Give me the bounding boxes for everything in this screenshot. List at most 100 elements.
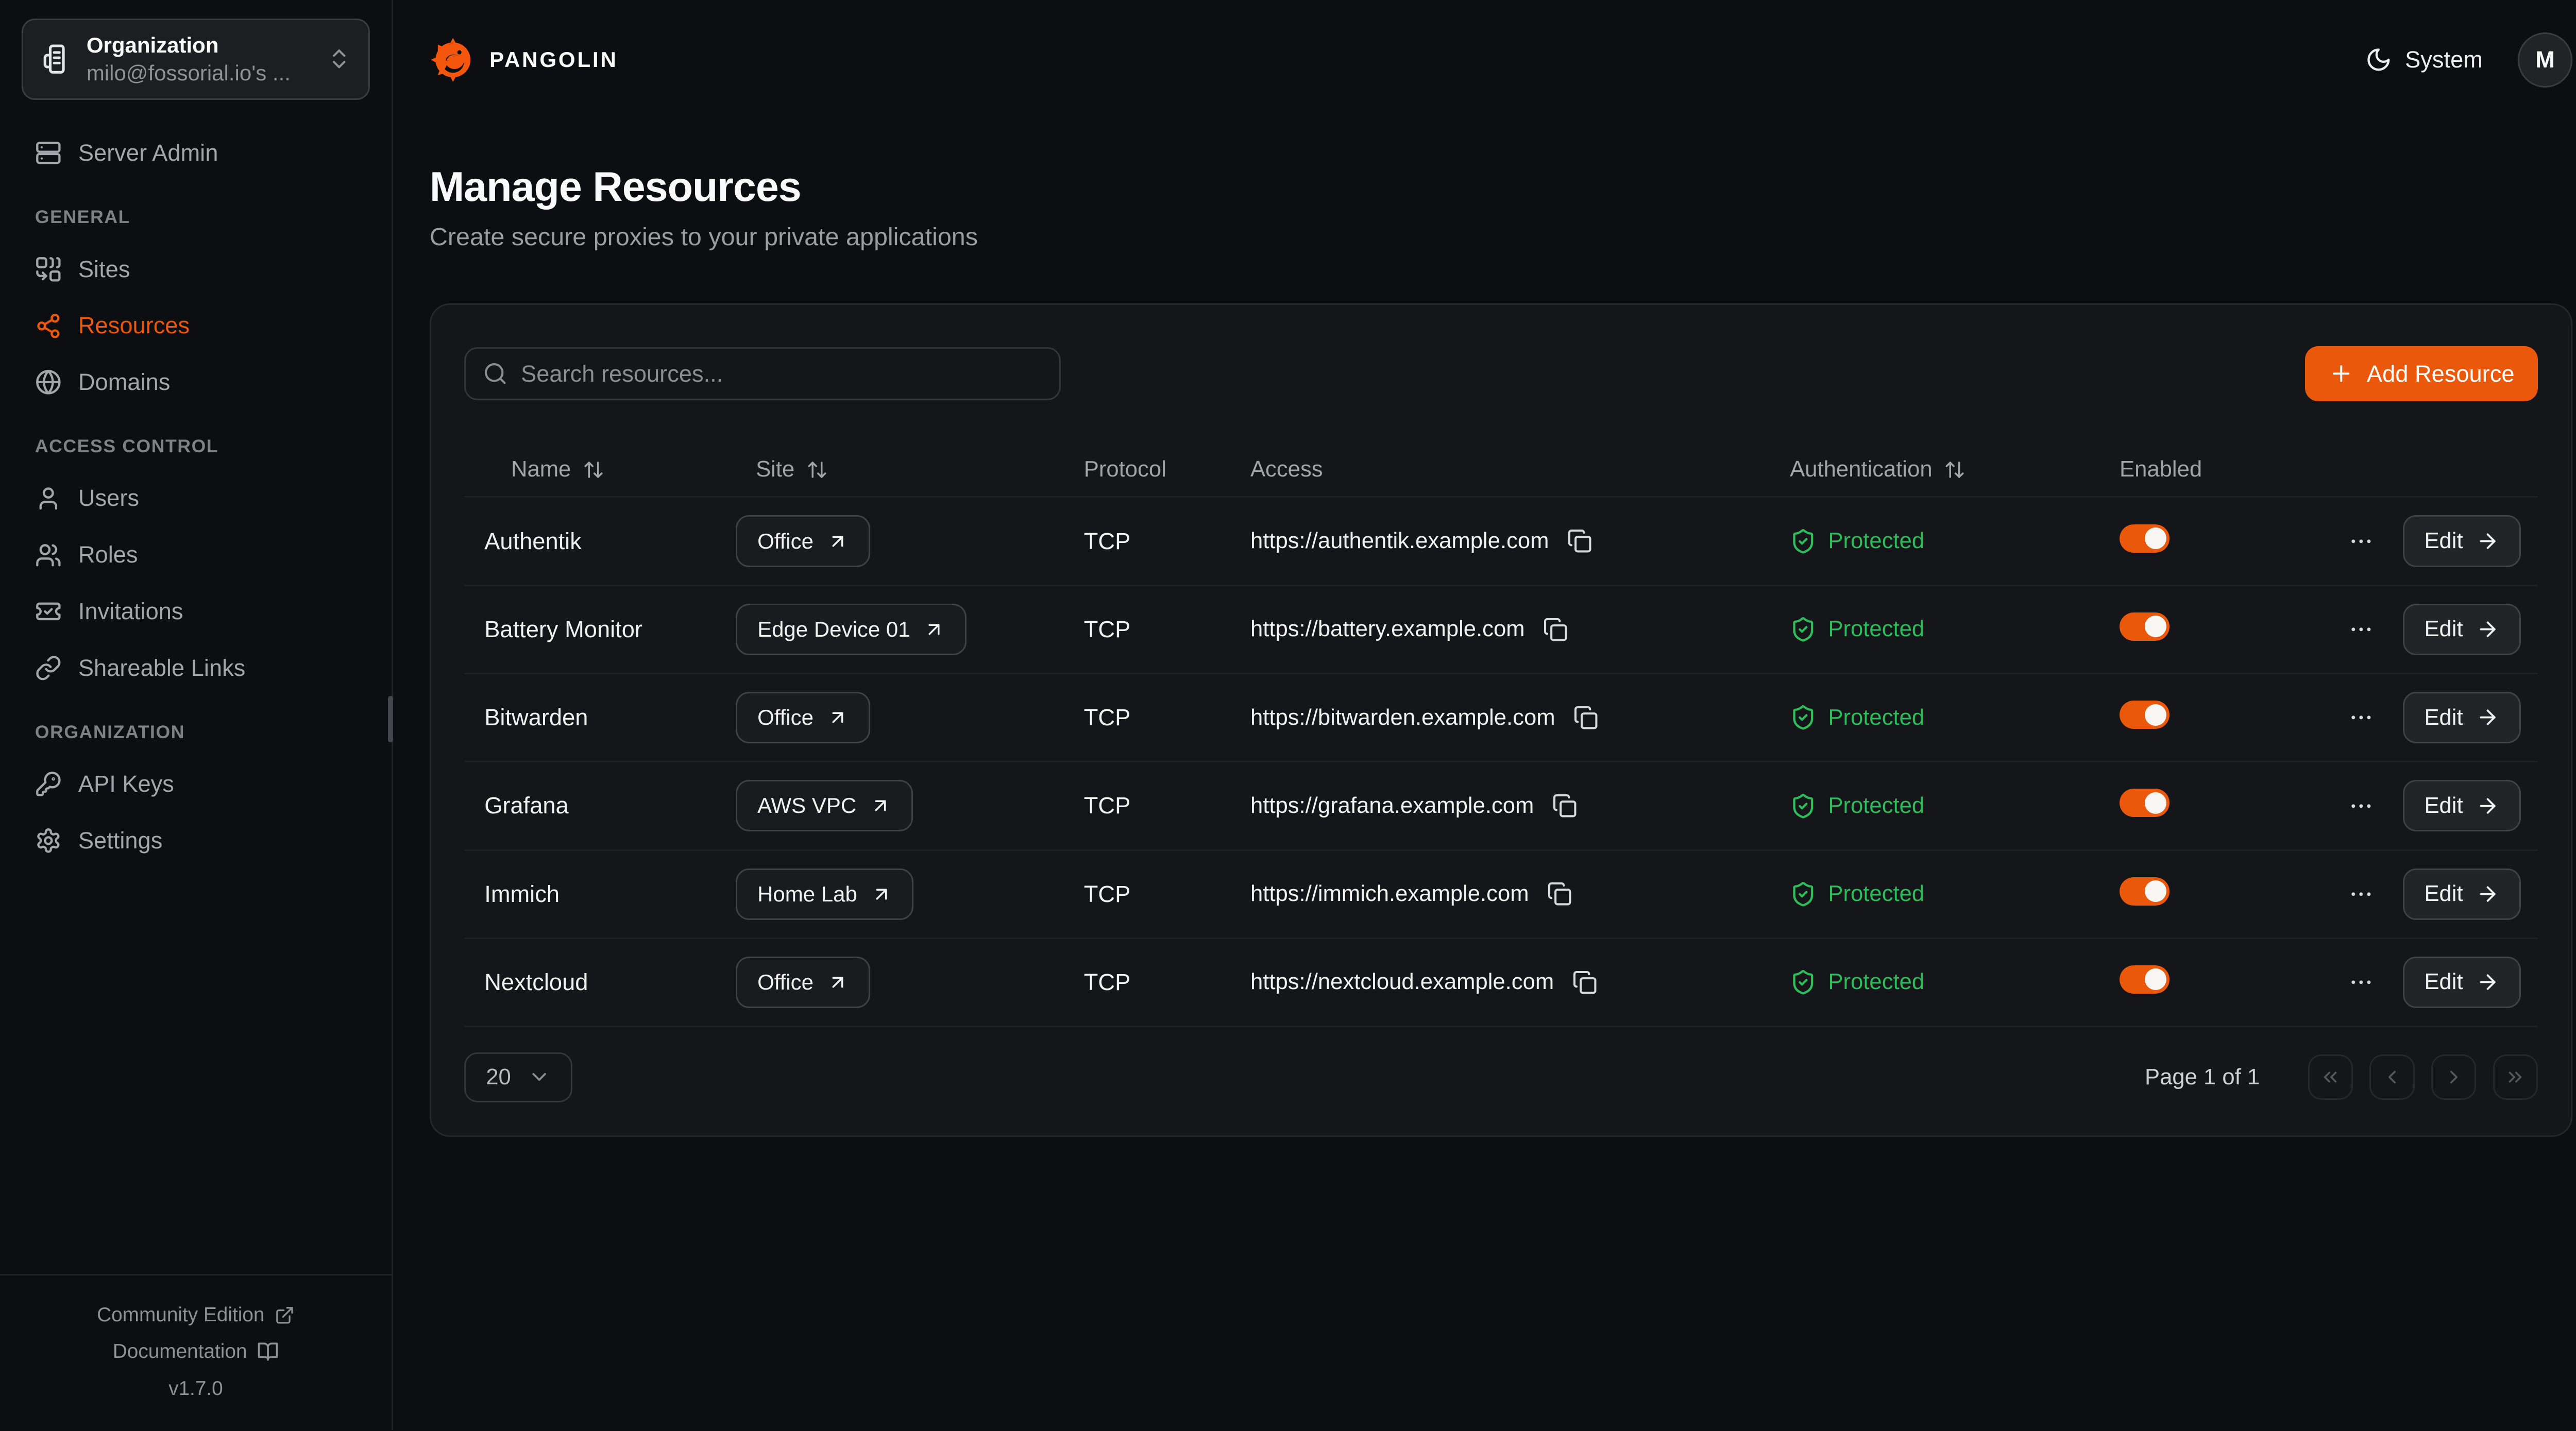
enabled-toggle[interactable] xyxy=(2120,524,2170,553)
actions-cell: Edit xyxy=(2319,515,2538,567)
column-header-authentication[interactable]: Authentication xyxy=(1790,457,2120,482)
sidebar-item-domains[interactable]: Domains xyxy=(22,356,370,409)
sidebar-item-settings[interactable]: Settings xyxy=(22,814,370,867)
access-url: https://nextcloud.example.com xyxy=(1250,969,1554,995)
add-resource-label: Add Resource xyxy=(2367,361,2515,387)
pagination-bar: 20 Page 1 of 1 xyxy=(464,1052,2537,1102)
authentication-cell: Protected xyxy=(1790,616,2120,643)
community-edition-link[interactable]: Community Edition xyxy=(0,1297,392,1334)
site-link-button[interactable]: Home Lab xyxy=(736,868,913,920)
previous-page-button[interactable] xyxy=(2369,1054,2414,1099)
ellipsis-icon xyxy=(2348,616,2375,643)
theme-toggle-button[interactable]: System xyxy=(2365,46,2483,73)
site-link-button[interactable]: Office xyxy=(736,692,870,743)
edit-button[interactable]: Edit xyxy=(2403,868,2521,920)
site-cell: Edge Device 01 xyxy=(736,604,1083,655)
enabled-toggle[interactable] xyxy=(2120,877,2170,906)
site-link-button[interactable]: AWS VPC xyxy=(736,780,913,831)
enabled-cell xyxy=(2120,789,2319,823)
chevrons-right-icon xyxy=(2504,1066,2526,1088)
enabled-toggle[interactable] xyxy=(2120,789,2170,817)
last-page-button[interactable] xyxy=(2493,1054,2538,1099)
table-row: Bitwarden Office TCP https://bitwarden.e… xyxy=(464,674,2537,762)
copy-button[interactable] xyxy=(1573,705,1598,730)
org-selector[interactable]: Organization milo@fossorial.io's ... xyxy=(22,19,370,100)
sidebar-item-roles[interactable]: Roles xyxy=(22,529,370,582)
combine-icon xyxy=(35,256,62,283)
copy-button[interactable] xyxy=(1552,793,1577,818)
chevrons-up-down-icon xyxy=(327,46,351,71)
row-menu-button[interactable] xyxy=(2345,524,2378,558)
sidebar-item-sites[interactable]: Sites xyxy=(22,243,370,296)
site-link-button[interactable]: Edge Device 01 xyxy=(736,604,967,655)
gear-icon xyxy=(35,827,62,854)
sidebar-item-resources[interactable]: Resources xyxy=(22,299,370,352)
sidebar-footer: Community Edition Documentation v1.7.0 xyxy=(0,1274,392,1430)
row-menu-button[interactable] xyxy=(2345,966,2378,999)
page-size-select[interactable]: 20 xyxy=(464,1052,572,1102)
sidebar-item-server-admin[interactable]: Server Admin xyxy=(22,127,370,180)
sidebar-item-label: Users xyxy=(78,485,139,512)
copy-button[interactable] xyxy=(1572,970,1597,995)
authentication-status: Protected xyxy=(1828,881,1924,907)
column-header-name[interactable]: Name xyxy=(464,457,736,482)
avatar[interactable]: M xyxy=(2518,32,2573,88)
documentation-link[interactable]: Documentation xyxy=(0,1334,392,1370)
server-icon xyxy=(35,140,62,166)
enabled-toggle[interactable] xyxy=(2120,965,2170,994)
next-page-button[interactable] xyxy=(2431,1054,2476,1099)
arrow-up-right-icon xyxy=(923,619,945,640)
edit-button[interactable]: Edit xyxy=(2403,692,2521,743)
first-page-button[interactable] xyxy=(2308,1054,2353,1099)
copy-icon xyxy=(1567,529,1592,553)
access-cell: https://bitwarden.example.com xyxy=(1250,705,1790,730)
authentication-status: Protected xyxy=(1828,793,1924,819)
sidebar-item-label: Roles xyxy=(78,541,138,568)
sidebar-item-users[interactable]: Users xyxy=(22,472,370,525)
search-input[interactable] xyxy=(521,361,1042,387)
edit-button[interactable]: Edit xyxy=(2403,515,2521,567)
org-selector-value: milo@fossorial.io's ... xyxy=(87,60,312,87)
copy-button[interactable] xyxy=(1543,617,1568,642)
enabled-toggle[interactable] xyxy=(2120,612,2170,641)
toggle-knob xyxy=(2145,527,2166,549)
protocol-cell: TCP xyxy=(1084,969,1250,996)
shield-check-icon xyxy=(1790,881,1817,908)
toggle-knob xyxy=(2145,792,2166,814)
row-menu-button[interactable] xyxy=(2345,877,2378,911)
arrow-right-icon xyxy=(2476,794,2499,817)
sidebar-item-shareable-links[interactable]: Shareable Links xyxy=(22,641,370,694)
arrow-up-right-icon xyxy=(827,972,849,993)
site-link-button[interactable]: Office xyxy=(736,515,870,567)
table-row: Grafana AWS VPC TCP https://grafana.exam… xyxy=(464,762,2537,850)
row-menu-button[interactable] xyxy=(2345,789,2378,823)
column-header-site[interactable]: Site xyxy=(736,457,1083,482)
sidebar-scrollbar-thumb[interactable] xyxy=(388,696,393,742)
enabled-toggle[interactable] xyxy=(2120,701,2170,729)
site-link-button[interactable]: Office xyxy=(736,957,870,1008)
avatar-initial: M xyxy=(2535,46,2555,73)
topbar: PANGOLIN System M xyxy=(393,0,2576,120)
arrow-right-icon xyxy=(2476,530,2499,553)
sidebar-item-api-keys[interactable]: API Keys xyxy=(22,758,370,811)
add-resource-button[interactable]: Add Resource xyxy=(2305,346,2537,401)
edit-button[interactable]: Edit xyxy=(2403,780,2521,831)
edit-button[interactable]: Edit xyxy=(2403,604,2521,655)
toggle-knob xyxy=(2145,968,2166,990)
resource-name: Authentik xyxy=(464,528,736,555)
sidebar-item-label: Shareable Links xyxy=(78,655,245,682)
sidebar-item-label: Sites xyxy=(78,256,130,283)
copy-button[interactable] xyxy=(1547,881,1572,906)
copy-button[interactable] xyxy=(1567,529,1592,553)
pagination-right: Page 1 of 1 xyxy=(2145,1054,2538,1099)
edit-button[interactable]: Edit xyxy=(2403,957,2521,1008)
access-url: https://grafana.example.com xyxy=(1250,793,1534,819)
enabled-cell xyxy=(2120,524,2319,558)
actions-cell: Edit xyxy=(2319,780,2538,831)
site-cell: Office xyxy=(736,692,1083,743)
site-cell: Office xyxy=(736,957,1083,1008)
protocol-cell: TCP xyxy=(1084,881,1250,908)
sidebar-item-invitations[interactable]: Invitations xyxy=(22,585,370,638)
row-menu-button[interactable] xyxy=(2345,701,2378,735)
row-menu-button[interactable] xyxy=(2345,613,2378,646)
